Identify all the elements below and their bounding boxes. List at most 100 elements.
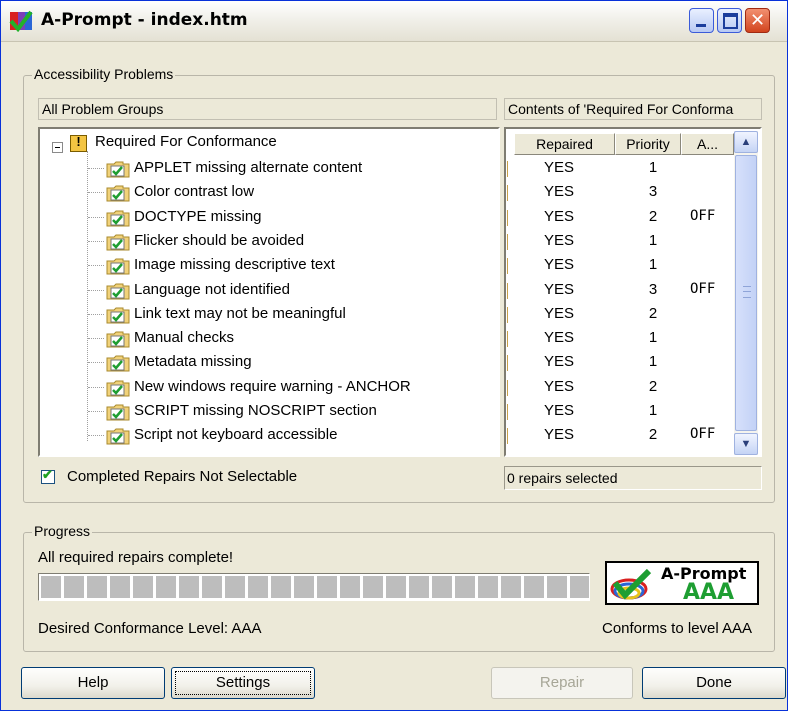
priority-cell: 1	[648, 329, 658, 347]
progress-segment	[156, 576, 176, 598]
scroll-up-icon[interactable]: ▲	[734, 131, 758, 153]
checked-folder-icon	[106, 427, 130, 445]
row-marker	[507, 428, 512, 445]
completed-repairs-label[interactable]: Completed Repairs Not Selectable	[67, 468, 297, 485]
progress-segment	[340, 576, 360, 598]
conformance-group-icon	[70, 134, 87, 152]
conformance-result: Conforms to level AAA	[602, 620, 753, 637]
priority-cell: 2	[648, 377, 658, 395]
column-header-priority[interactable]: Priority	[615, 133, 681, 155]
tree-item[interactable]: Manual checks	[40, 327, 480, 351]
group-label: Progress	[32, 523, 93, 539]
tree-item[interactable]: New windows require warning - ANCHOR	[40, 376, 480, 400]
list-row[interactable]: YES 1	[506, 400, 734, 424]
tree-item[interactable]: APPLET missing alternate content	[40, 157, 480, 181]
progress-segment	[64, 576, 84, 598]
progress-segment	[570, 576, 589, 598]
checked-folder-icon	[106, 379, 130, 397]
vertical-scrollbar[interactable]: ▲ ▼	[734, 131, 758, 455]
tree-item[interactable]: Color contrast low	[40, 181, 480, 205]
checked-folder-icon	[106, 233, 130, 251]
tree-item-label: Color contrast low	[134, 183, 255, 201]
row-marker	[507, 355, 512, 372]
close-button[interactable]: ✕	[745, 8, 770, 33]
tree-item[interactable]: Script not keyboard accessible	[40, 424, 480, 448]
repaired-cell: YES	[544, 353, 575, 371]
list-row[interactable]: YES 1	[506, 230, 734, 254]
tree-item[interactable]: Language not identified	[40, 279, 480, 303]
repair-button[interactable]: Repair	[491, 667, 633, 699]
tree-item[interactable]: Link text may not be meaningful	[40, 303, 480, 327]
list-row[interactable]: YES 3	[506, 181, 734, 205]
window-title: A-Prompt - index.htm	[41, 10, 248, 30]
tree-item[interactable]: Flicker should be avoided	[40, 230, 480, 254]
help-button[interactable]: Help	[21, 667, 165, 699]
done-button[interactable]: Done	[642, 667, 786, 699]
priority-cell: 2	[648, 304, 658, 322]
list-row[interactable]: YES 2 OFF	[506, 206, 734, 230]
list-row[interactable]: YES 1	[506, 254, 734, 278]
a-cell: OFF	[690, 426, 716, 443]
list-row[interactable]: YES 2	[506, 303, 734, 327]
collapse-toggle[interactable]	[52, 142, 63, 153]
progress-segment	[432, 576, 452, 598]
progress-fill	[41, 576, 589, 598]
tree-item-label: Image missing descriptive text	[134, 256, 335, 274]
priority-cell: 2	[648, 426, 658, 444]
progress-segment	[179, 576, 199, 598]
tree-item[interactable]: Metadata missing	[40, 351, 480, 375]
problem-groups-header: All Problem Groups	[38, 98, 497, 120]
title-bar[interactable]: A-Prompt - index.htm ✕	[1, 1, 787, 42]
priority-cell: 1	[648, 402, 658, 419]
progress-segment	[501, 576, 521, 598]
repaired-cell: YES	[544, 183, 575, 201]
minimize-button[interactable]	[689, 8, 714, 33]
scroll-down-icon[interactable]: ▼	[734, 433, 758, 455]
list-row[interactable]: YES 2 OFF	[506, 424, 734, 448]
progress-segment	[478, 576, 498, 598]
tree-item-label: Language not identified	[134, 280, 290, 298]
tree-line	[88, 216, 104, 218]
checked-folder-icon	[106, 257, 130, 275]
list-row[interactable]: YES 3 OFF	[506, 279, 734, 303]
row-marker	[507, 185, 512, 202]
tree-item-label: New windows require warning - ANCHOR	[134, 377, 411, 395]
priority-cell: 3	[648, 183, 658, 201]
priority-cell: 1	[648, 256, 658, 274]
checked-folder-icon	[106, 306, 130, 324]
tree-item-label: DOCTYPE missing	[134, 207, 262, 225]
checked-folder-icon	[106, 160, 130, 178]
tree-line	[88, 289, 104, 291]
tree-item[interactable]: SCRIPT missing NOSCRIPT section	[40, 400, 480, 424]
column-header-a[interactable]: A...	[681, 133, 734, 155]
maximize-button[interactable]	[717, 8, 742, 33]
tree-line	[88, 265, 104, 267]
check-icon: ✔	[42, 467, 53, 482]
problem-tree[interactable]: Required For Conformance APPLET missing …	[38, 127, 500, 457]
tree-item-label: APPLET missing alternate content	[134, 159, 363, 176]
tree-line	[88, 240, 104, 242]
checked-folder-icon	[106, 282, 130, 300]
logo-check-icon	[610, 569, 652, 600]
progress-segment	[547, 576, 567, 598]
tree-item[interactable]: DOCTYPE missing	[40, 206, 480, 230]
tree-item-label: Metadata missing	[134, 353, 252, 371]
tree-line	[88, 386, 104, 388]
scroll-thumb[interactable]	[735, 155, 757, 431]
priority-cell: 1	[648, 159, 658, 176]
logo-line-2: AAA	[683, 580, 735, 605]
column-header-repaired[interactable]: Repaired	[514, 133, 615, 155]
priority-cell: 1	[648, 353, 658, 371]
progress-bar	[38, 573, 590, 601]
tree-root-label[interactable]: Required For Conformance	[95, 133, 277, 150]
problem-list[interactable]: Repaired Priority A... YES 1 YES 3 YES 2 OFF YE…	[504, 127, 762, 457]
tree-item[interactable]: Image missing descriptive text	[40, 254, 480, 278]
list-row[interactable]: YES 1	[506, 351, 734, 375]
contents-header: Contents of 'Required For Conforma	[504, 98, 762, 120]
list-row[interactable]: YES 1	[506, 157, 734, 181]
list-row[interactable]: YES 2	[506, 376, 734, 400]
settings-button[interactable]: Settings	[171, 667, 315, 699]
row-marker	[507, 161, 512, 177]
completed-repairs-checkbox[interactable]: ✔	[41, 467, 55, 484]
list-row[interactable]: YES 1	[506, 327, 734, 351]
